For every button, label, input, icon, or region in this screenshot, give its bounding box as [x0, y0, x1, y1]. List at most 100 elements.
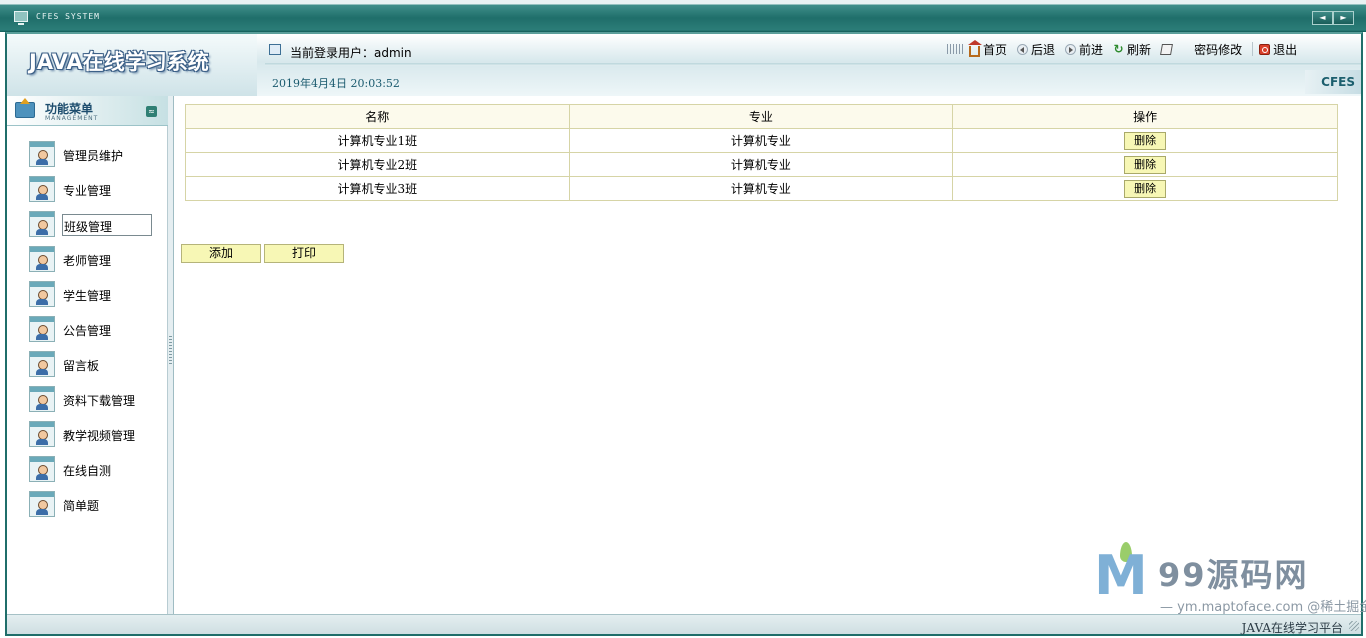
sidebar-item-major[interactable]: 专业管理 — [29, 176, 159, 204]
collapse-menu-button[interactable]: ≈ — [146, 106, 157, 117]
exit-icon — [1259, 43, 1271, 55]
watermark-subtitle: — ym.maptoface.com @稀土掘金技术社区 — [1160, 600, 1366, 615]
column-header-major: 专业 — [568, 104, 954, 129]
main-content: 名称 专业 操作 计算机专业1班 计算机专业 删除 计算机专业2班 计算机专业 … — [175, 96, 1361, 614]
user-card-icon — [29, 491, 55, 517]
cfes-badge: CFES — [1305, 70, 1361, 94]
sidebar-item-label: 老师管理 — [63, 254, 112, 268]
footer-text: JAVA在线学习平台 — [1241, 621, 1343, 635]
sidebar-item-notice[interactable]: 公告管理 — [29, 316, 159, 344]
toolbar-grip — [947, 44, 963, 54]
sidebar: 功能菜单 MANAGEMENT ≈ 管理员维护 专业管理 班级管理 老师管理 学… — [7, 96, 168, 614]
delete-button[interactable]: 删除 — [1124, 179, 1167, 198]
table-row: 计算机专业2班 计算机专业 删除 — [185, 152, 1338, 177]
forward-icon — [1065, 43, 1077, 55]
user-card-icon — [29, 421, 55, 447]
nav-refresh-label: 刷新 — [1127, 42, 1152, 57]
sidebar-item-message-board[interactable]: 留言板 — [29, 351, 159, 379]
sidebar-item-label: 管理员维护 — [63, 149, 124, 163]
watermark-logo: M — [1094, 544, 1148, 607]
sidebar-item-teacher[interactable]: 老师管理 — [29, 246, 159, 274]
monitor-icon — [14, 11, 28, 25]
sidebar-subtitle: MANAGEMENT — [45, 115, 99, 122]
sidebar-item-label: 在线自测 — [63, 464, 112, 478]
splitter-grip[interactable] — [169, 336, 172, 366]
sidebar-item-class[interactable]: 班级管理 — [29, 211, 159, 239]
sidebar-item-label: 简单题 — [63, 499, 100, 513]
table-row: 计算机专业1班 计算机专业 删除 — [185, 128, 1338, 153]
nav-home-label: 首页 — [983, 42, 1008, 57]
sidebar-item-label: 公告管理 — [63, 324, 112, 338]
app-title: JAVA在线学习系统 — [29, 50, 209, 74]
cell-class-name: 计算机专业2班 — [185, 152, 570, 177]
window-title-bar: CFES SYSTEM ◄ ► — [0, 0, 1366, 32]
user-card-icon — [29, 351, 55, 377]
delete-button[interactable]: 删除 — [1124, 155, 1167, 174]
sidebar-item-videos[interactable]: 教学视频管理 — [29, 421, 159, 449]
nav-password-link[interactable]: 密码修改 — [1160, 41, 1243, 58]
sidebar-item-label: 学生管理 — [63, 289, 112, 303]
header-divider — [265, 63, 1361, 66]
sidebar-item-label: 教学视频管理 — [63, 429, 136, 443]
sidebar-item-admin[interactable]: 管理员维护 — [29, 141, 159, 169]
user-card-icon — [29, 386, 55, 412]
sidebar-item-self-test[interactable]: 在线自测 — [29, 456, 159, 484]
column-header-name: 名称 — [185, 104, 570, 129]
nav-home-link[interactable]: 首页 — [968, 39, 1008, 58]
nav-separator — [1252, 42, 1254, 56]
nav-exit-link[interactable]: 退出 — [1259, 41, 1297, 58]
cell-action: 删除 — [952, 128, 1338, 153]
table-header-row: 名称 专业 操作 — [185, 104, 1338, 129]
cell-action: 删除 — [952, 176, 1338, 201]
home-icon — [968, 39, 982, 57]
nav-password-label: 密码修改 — [1194, 42, 1243, 57]
sidebar-splitter[interactable] — [168, 96, 174, 614]
add-button[interactable]: 添加 — [181, 244, 261, 263]
user-card-icon — [29, 246, 55, 272]
cell-class-name: 计算机专业3班 — [185, 176, 570, 201]
current-user-label: 当前登录用户：admin — [290, 46, 412, 60]
sidebar-item-short-answer[interactable]: 简单题 — [29, 491, 159, 519]
upload-folder-icon — [15, 98, 35, 118]
column-header-action: 操作 — [952, 104, 1338, 129]
sidebar-header: 功能菜单 MANAGEMENT ≈ — [7, 96, 168, 126]
nav-exit-label: 退出 — [1273, 42, 1298, 57]
sidebar-item-label: 留言板 — [63, 359, 100, 373]
nav-forward-label: 前进 — [1079, 42, 1104, 57]
sidebar-item-student[interactable]: 学生管理 — [29, 281, 159, 309]
table-row: 计算机专业3班 计算机专业 删除 — [185, 176, 1338, 201]
watermark: M 99源码网 — ym.maptoface.com @稀土掘金技术社区 — [1090, 540, 1366, 620]
user-card-icon — [29, 176, 55, 202]
cell-class-name: 计算机专业1班 — [185, 128, 570, 153]
cell-action: 删除 — [952, 152, 1338, 177]
nav-back-link[interactable]: 后退 — [1017, 41, 1055, 58]
header: JAVA在线学习系统 当前登录用户：admin 2019年4月4日 20:03:… — [7, 34, 1361, 96]
cell-major: 计算机专业 — [568, 128, 954, 153]
sidebar-item-label: 资料下载管理 — [63, 394, 136, 408]
nav-refresh-link[interactable]: ↻ 刷新 — [1113, 41, 1152, 58]
user-card-icon — [29, 281, 55, 307]
prev-button[interactable]: ◄ — [1312, 11, 1333, 25]
nav-forward-link[interactable]: 前进 — [1065, 41, 1103, 58]
class-table: 名称 专业 操作 计算机专业1班 计算机专业 删除 计算机专业2班 计算机专业 … — [185, 104, 1338, 201]
user-card-icon — [29, 141, 55, 167]
user-icon — [269, 44, 281, 55]
sidebar-item-label: 专业管理 — [63, 184, 112, 198]
current-datetime: 2019年4月4日 20:03:52 — [272, 77, 400, 90]
cell-major: 计算机专业 — [568, 152, 954, 177]
user-card-icon — [29, 211, 55, 237]
nav-back-label: 后退 — [1031, 42, 1056, 57]
user-card-icon — [29, 456, 55, 482]
print-button[interactable]: 打印 — [264, 244, 344, 263]
sidebar-item-label: 班级管理 — [62, 214, 152, 236]
user-card-icon — [29, 316, 55, 342]
password-edit-icon — [1160, 43, 1174, 55]
resize-grip-icon[interactable] — [1349, 621, 1359, 631]
top-nav: 首页 后退 前进 ↻ 刷新 密码修改 退出 — [947, 39, 1307, 58]
next-button[interactable]: ► — [1333, 11, 1354, 25]
cell-major: 计算机专业 — [568, 176, 954, 201]
window-title: CFES SYSTEM — [36, 12, 100, 21]
delete-button[interactable]: 删除 — [1124, 131, 1167, 150]
watermark-title: 99源码网 — [1158, 556, 1309, 594]
sidebar-item-downloads[interactable]: 资料下载管理 — [29, 386, 159, 414]
